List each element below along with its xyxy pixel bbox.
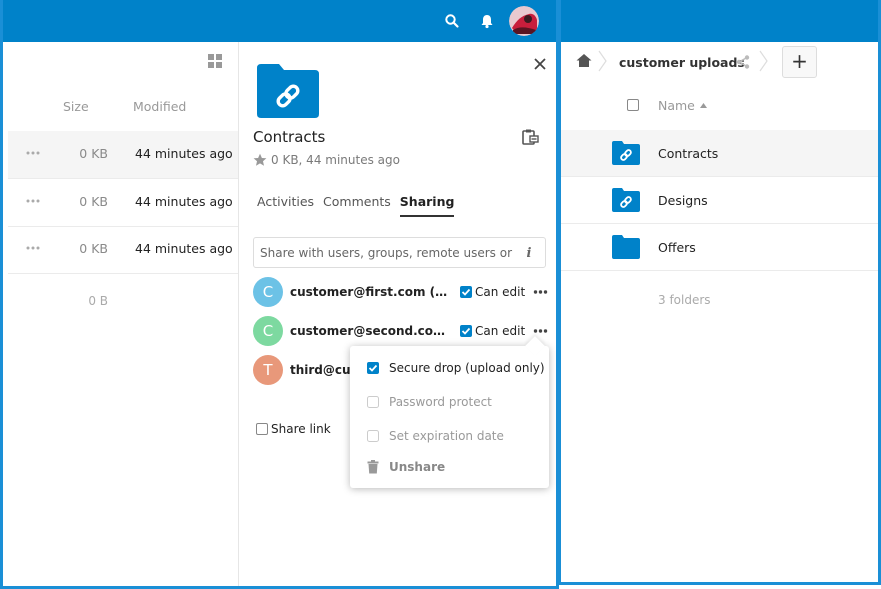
share-options-popover: Secure drop (upload only) Password prote… (350, 336, 549, 488)
column-header-modified[interactable]: Modified (133, 99, 186, 114)
folder-icon (612, 235, 640, 259)
tab-activities[interactable]: Activities (257, 194, 314, 217)
sharee-entry: C customer@first.com (em… Can edit (253, 277, 553, 307)
folder-row[interactable]: Designs (561, 177, 878, 224)
file-title: Contracts (253, 128, 326, 146)
file-meta: 0 KB, 44 minutes ago (253, 153, 400, 167)
file-modified: 44 minutes ago (135, 146, 233, 161)
column-header-name-label[interactable]: Name (658, 98, 695, 113)
unshare-label[interactable]: Unshare (389, 460, 445, 474)
tab-sharing[interactable]: Sharing (399, 194, 455, 217)
file-size: 0 KB (79, 146, 108, 161)
top-header-bar (3, 0, 556, 42)
password-protect-checkbox[interactable] (367, 396, 379, 408)
breadcrumb-folder[interactable]: customer uploads (619, 55, 745, 70)
search-icon[interactable] (443, 12, 461, 30)
column-header-name[interactable]: Name (658, 98, 707, 113)
sidebar-tabs: Activities Comments Sharing (257, 194, 463, 217)
share-link-label[interactable]: Share link (271, 422, 331, 436)
close-icon[interactable] (533, 57, 547, 71)
more-actions-icon[interactable] (25, 243, 41, 253)
file-modified: 44 minutes ago (135, 241, 233, 256)
share-link-checkbox[interactable] (256, 423, 268, 435)
trash-icon[interactable] (367, 460, 379, 474)
share-link-toggle[interactable]: Share link (256, 422, 331, 436)
home-icon[interactable] (576, 53, 592, 68)
new-item-button[interactable]: + (782, 46, 817, 78)
user-avatar[interactable] (509, 6, 539, 36)
shared-folder-icon (612, 141, 640, 165)
expiration-date-label[interactable]: Set expiration date (389, 429, 504, 443)
more-actions-icon[interactable] (25, 148, 41, 158)
folder-name[interactable]: Contracts (658, 146, 718, 161)
copy-link-clipboard-icon[interactable] (521, 128, 539, 146)
right-window: customer uploads + Name Contracts Design… (559, 0, 881, 585)
folder-row[interactable]: Contracts (561, 130, 878, 177)
folder-name[interactable]: Offers (658, 240, 696, 255)
file-size: 0 KB (79, 194, 108, 209)
can-edit-checkbox[interactable] (460, 325, 472, 337)
sharee-name: customer@first.com (em… (290, 285, 448, 299)
can-edit-checkbox[interactable] (460, 286, 472, 298)
sharee-avatar: C (253, 277, 283, 307)
notifications-bell-icon[interactable] (478, 12, 496, 30)
info-icon[interactable]: i (522, 245, 536, 259)
sharee-entry: C customer@second.com (e… Can edit (253, 316, 553, 346)
file-size: 0 KB (79, 241, 108, 256)
folder-count-summary: 3 folders (658, 293, 711, 307)
file-row[interactable]: 0 KB 44 minutes ago (8, 179, 238, 227)
can-edit-label[interactable]: Can edit (475, 285, 525, 299)
select-all-checkbox[interactable] (627, 99, 639, 111)
share-search-box: i (253, 237, 546, 268)
more-options-icon[interactable] (533, 288, 548, 296)
sharee-name: third@cust (290, 363, 352, 377)
sharee-name: customer@second.com (e… (290, 324, 448, 338)
top-header-bar-right (561, 0, 878, 42)
secure-drop-label[interactable]: Secure drop (upload only) (389, 361, 545, 375)
sort-ascending-icon[interactable] (699, 103, 707, 108)
left-window: Size Modified 0 KB 44 minutes ago 0 KB 4… (0, 0, 559, 589)
file-modified: 44 minutes ago (135, 194, 233, 209)
more-actions-icon[interactable] (25, 196, 41, 206)
favorite-star-icon[interactable] (253, 153, 267, 167)
unshare-option[interactable]: Unshare (367, 460, 445, 474)
password-protect-label[interactable]: Password protect (389, 395, 492, 409)
expiration-date-option[interactable]: Set expiration date (367, 429, 504, 443)
shared-folder-icon (612, 188, 640, 212)
share-icon[interactable] (736, 55, 750, 69)
expiration-date-checkbox[interactable] (367, 430, 379, 442)
grid-view-icon[interactable] (208, 54, 222, 68)
sharee-avatar: T (253, 355, 283, 385)
password-protect-option[interactable]: Password protect (367, 395, 492, 409)
breadcrumb-separator-icon (759, 50, 768, 72)
folder-name[interactable]: Designs (658, 193, 708, 208)
share-with-input[interactable] (254, 238, 514, 267)
secure-drop-option[interactable]: Secure drop (upload only) (367, 361, 545, 375)
total-size-summary: 0 B (88, 294, 108, 308)
can-edit-label[interactable]: Can edit (475, 324, 525, 338)
secure-drop-checkbox[interactable] (367, 362, 379, 374)
shared-folder-icon (257, 64, 319, 118)
svg-text:i: i (527, 246, 532, 259)
details-sidebar: Contracts 0 KB, 44 minutes ago Activitie… (238, 42, 556, 586)
folder-row[interactable]: Offers (561, 224, 878, 271)
file-row[interactable]: 0 KB 44 minutes ago (8, 131, 238, 179)
breadcrumb-separator-icon (598, 50, 607, 72)
file-size-and-date: 0 KB, 44 minutes ago (271, 153, 400, 167)
more-options-icon[interactable] (533, 327, 548, 335)
sharee-avatar: C (253, 316, 283, 346)
tab-comments[interactable]: Comments (323, 194, 391, 217)
file-row[interactable]: 0 KB 44 minutes ago (8, 226, 238, 274)
column-header-size[interactable]: Size (63, 99, 89, 114)
